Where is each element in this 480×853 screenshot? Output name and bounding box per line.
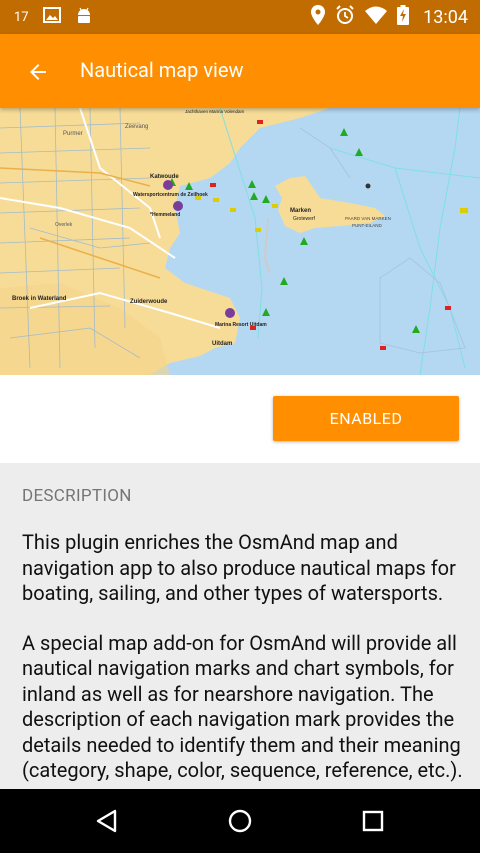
map-label-marken: Marken	[290, 208, 311, 214]
system-nav-bar	[0, 789, 480, 853]
location-icon	[311, 4, 326, 30]
nav-recents-button[interactable]	[351, 801, 395, 841]
home-circle-icon	[228, 809, 252, 833]
map-image: Katwoude Watersportcentrum de Zeilhoek *…	[0, 108, 480, 375]
status-bar: 17 13:04	[0, 0, 480, 34]
map-label-paard: PAARD VAN MARKEN	[345, 216, 391, 221]
map-label-grotewerf: Grotewerf	[293, 216, 316, 222]
map-label-uitdam: Uitdam	[212, 341, 232, 347]
map-label-zuiderwoude: Zuiderwoude	[130, 299, 168, 305]
map-label-punt: PUNT-EILAND	[352, 223, 383, 228]
alarm-icon	[335, 4, 355, 30]
map-label-katwoude: Katwoude	[150, 174, 179, 180]
map-label-volendam: Jachthaven Marina Volendam	[185, 109, 245, 114]
enabled-button[interactable]: ENABLED	[273, 396, 459, 441]
back-triangle-icon	[96, 809, 117, 833]
status-right: 13:04	[311, 0, 468, 34]
description-body: This plugin enriches the OsmAnd map and …	[22, 530, 467, 808]
map-label-broek: Broek in Waterland	[12, 296, 67, 302]
battery-charging-icon	[397, 4, 410, 30]
back-button[interactable]	[20, 54, 56, 90]
app-bar: Nautical map view	[0, 34, 480, 108]
status-left: 17	[14, 0, 93, 34]
notification-count: 17	[14, 9, 29, 25]
wifi-icon	[365, 6, 388, 29]
nav-home-button[interactable]	[218, 801, 262, 841]
description-paragraph: This plugin enriches the OsmAnd map and …	[22, 530, 456, 605]
map-label-purmer: Purmer	[63, 131, 83, 137]
clock: 13:04	[423, 6, 468, 28]
image-icon	[42, 7, 61, 27]
map-label-zeevang: Zeevang	[125, 124, 148, 130]
nav-back-button[interactable]	[85, 801, 129, 841]
description-heading: DESCRIPTION	[22, 486, 132, 506]
map-label-hemmeland: *Hemmeland	[150, 212, 180, 218]
nautical-map-preview: Katwoude Watersportcentrum de Zeilhoek *…	[0, 108, 480, 375]
android-icon	[75, 6, 93, 28]
map-label-overtoom: Overlek	[55, 222, 73, 228]
description-paragraph: A special map add-on for OsmAnd will pro…	[22, 630, 463, 783]
map-label-watersport: Watersportcentrum de Zeilhoek	[133, 192, 208, 198]
recents-square-icon	[362, 810, 384, 832]
map-label-marina: Marina Resort Uitdam	[215, 322, 267, 328]
arrow-back-icon	[30, 64, 46, 80]
page-title: Nautical map view	[80, 58, 244, 82]
